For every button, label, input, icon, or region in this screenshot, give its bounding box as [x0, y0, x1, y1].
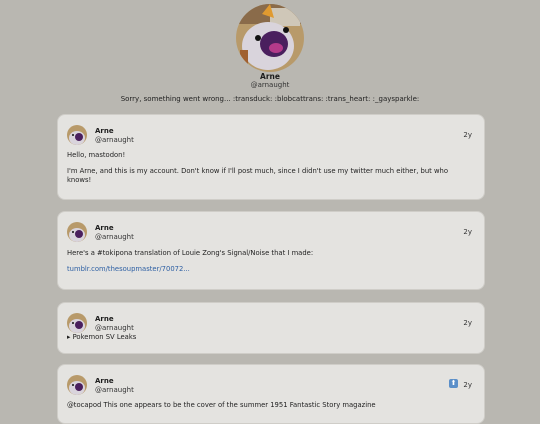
- post-author-handle[interactable]: @arnaught: [95, 324, 134, 332]
- post-link[interactable]: tumblr.com/thesoupmaster/70072...: [67, 265, 190, 273]
- post-timestamp[interactable]: 2y: [463, 228, 472, 236]
- post-card[interactable]: Arne @arnaught ⬆ 2y @tocapod This one ap…: [57, 364, 485, 424]
- post-author-handle[interactable]: @arnaught: [95, 233, 134, 241]
- post-author-name[interactable]: Arne: [95, 315, 114, 323]
- post-timestamp[interactable]: 2y: [463, 319, 472, 327]
- post-author-name[interactable]: Arne: [95, 377, 114, 385]
- profile-name: Arne: [260, 72, 280, 81]
- post-author-handle[interactable]: @arnaught: [95, 136, 134, 144]
- post-paragraph: Hello, mastodon!: [67, 151, 126, 159]
- post-avatar[interactable]: [67, 375, 87, 395]
- post-content: Here's a #tokipona translation of Louie …: [67, 249, 472, 274]
- post-content: Hello, mastodon! I'm Arne, and this is m…: [67, 151, 472, 192]
- post-author-handle[interactable]: @arnaught: [95, 386, 134, 394]
- profile-avatar[interactable]: [236, 4, 304, 72]
- profile-handle: @arnaught: [250, 81, 290, 89]
- post-author-name[interactable]: Arne: [95, 224, 114, 232]
- post-paragraph: I'm Arne, and this is my account. Don't …: [67, 167, 449, 184]
- content-warning-toggle[interactable]: ▸ Pokemon SV Leaks: [67, 333, 472, 342]
- post-timestamp[interactable]: 2y: [463, 381, 472, 389]
- post-avatar[interactable]: [67, 222, 87, 242]
- post-card[interactable]: Arne @arnaught 2y Hello, mastodon! I'm A…: [57, 114, 485, 200]
- boost-icon: ⬆: [449, 379, 458, 388]
- error-message: Sorry, something went wrong... :transduc…: [120, 95, 420, 103]
- post-text: Here's a #tokipona translation of Louie …: [67, 249, 314, 257]
- post-author-name[interactable]: Arne: [95, 127, 114, 135]
- post-text: @tocapod This one appears to be the cove…: [67, 401, 376, 409]
- post-avatar[interactable]: [67, 125, 87, 145]
- post-timestamp[interactable]: 2y: [463, 131, 472, 139]
- post-card[interactable]: Arne @arnaught 2y ▸ Pokemon SV Leaks: [57, 302, 485, 354]
- post-card[interactable]: Arne @arnaught 2y Here's a #tokipona tra…: [57, 211, 485, 290]
- post-avatar[interactable]: [67, 313, 87, 333]
